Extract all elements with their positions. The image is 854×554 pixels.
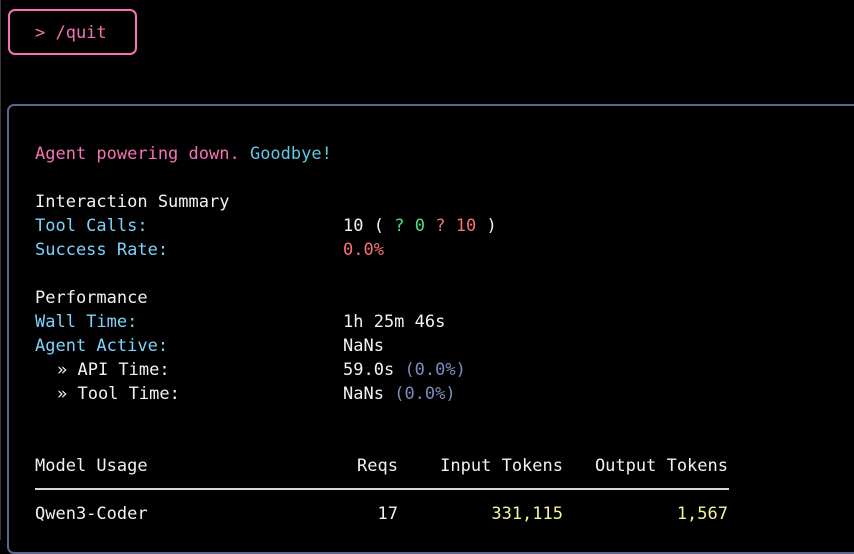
tool-time-seconds: NaNs bbox=[343, 384, 384, 404]
tool-time-label: » Tool Time: bbox=[57, 384, 180, 404]
reqs-cell: 17 bbox=[377, 504, 398, 524]
terminal-left-edge bbox=[0, 0, 1, 540]
agent-active-value: NaNs bbox=[343, 336, 384, 356]
tool-calls-close-paren: ) bbox=[486, 216, 497, 236]
output-tokens-cell: 1,567 bbox=[676, 504, 728, 524]
cross-icon: ? bbox=[435, 216, 446, 236]
tool-calls-open-paren: ( bbox=[373, 216, 384, 236]
tool-calls-total: 10 bbox=[343, 216, 364, 236]
api-time-percent: (0.0%) bbox=[404, 360, 466, 380]
wall-time-label: Wall Time: bbox=[35, 312, 138, 332]
model-usage-header: Model Usage bbox=[35, 456, 148, 476]
check-icon: ? bbox=[394, 216, 405, 236]
farewell-part2: Goodbye! bbox=[249, 144, 332, 164]
fail-count: 10 bbox=[455, 216, 477, 236]
tool-calls-value: 10 ( ? 0 ? 10 ) bbox=[343, 214, 497, 238]
success-rate-value: 0.0% bbox=[343, 240, 384, 260]
api-time-label: » API Time: bbox=[57, 360, 170, 380]
interaction-summary-heading: Interaction Summary bbox=[35, 192, 230, 212]
success-count: 0 bbox=[414, 216, 425, 236]
tool-time-value: NaNs (0.0%) bbox=[343, 382, 456, 406]
output-tokens-header: Output Tokens bbox=[594, 456, 728, 476]
agent-active-label: Agent Active: bbox=[35, 336, 169, 356]
success-rate-label: Success Rate: bbox=[35, 240, 169, 260]
input-tokens-header: Input Tokens bbox=[440, 456, 563, 476]
input-tokens-cell: 331,115 bbox=[491, 504, 563, 524]
model-name-cell: Qwen3-Coder bbox=[35, 504, 148, 524]
api-time-seconds: 59.0s bbox=[343, 360, 395, 380]
wall-time-value: 1h 25m 46s bbox=[343, 312, 446, 332]
reqs-header: Reqs bbox=[357, 456, 398, 476]
api-time-value: 59.0s (0.0%) bbox=[343, 358, 466, 382]
farewell-part1: Agent powering down. bbox=[35, 144, 240, 164]
farewell-message: Agent powering down. Goodbye! bbox=[35, 142, 332, 166]
table-divider bbox=[35, 488, 729, 490]
tool-calls-label: Tool Calls: bbox=[35, 216, 148, 236]
performance-heading: Performance bbox=[35, 288, 148, 308]
tool-time-percent: (0.0%) bbox=[394, 384, 456, 404]
user-command-text: > /quit bbox=[35, 23, 107, 43]
